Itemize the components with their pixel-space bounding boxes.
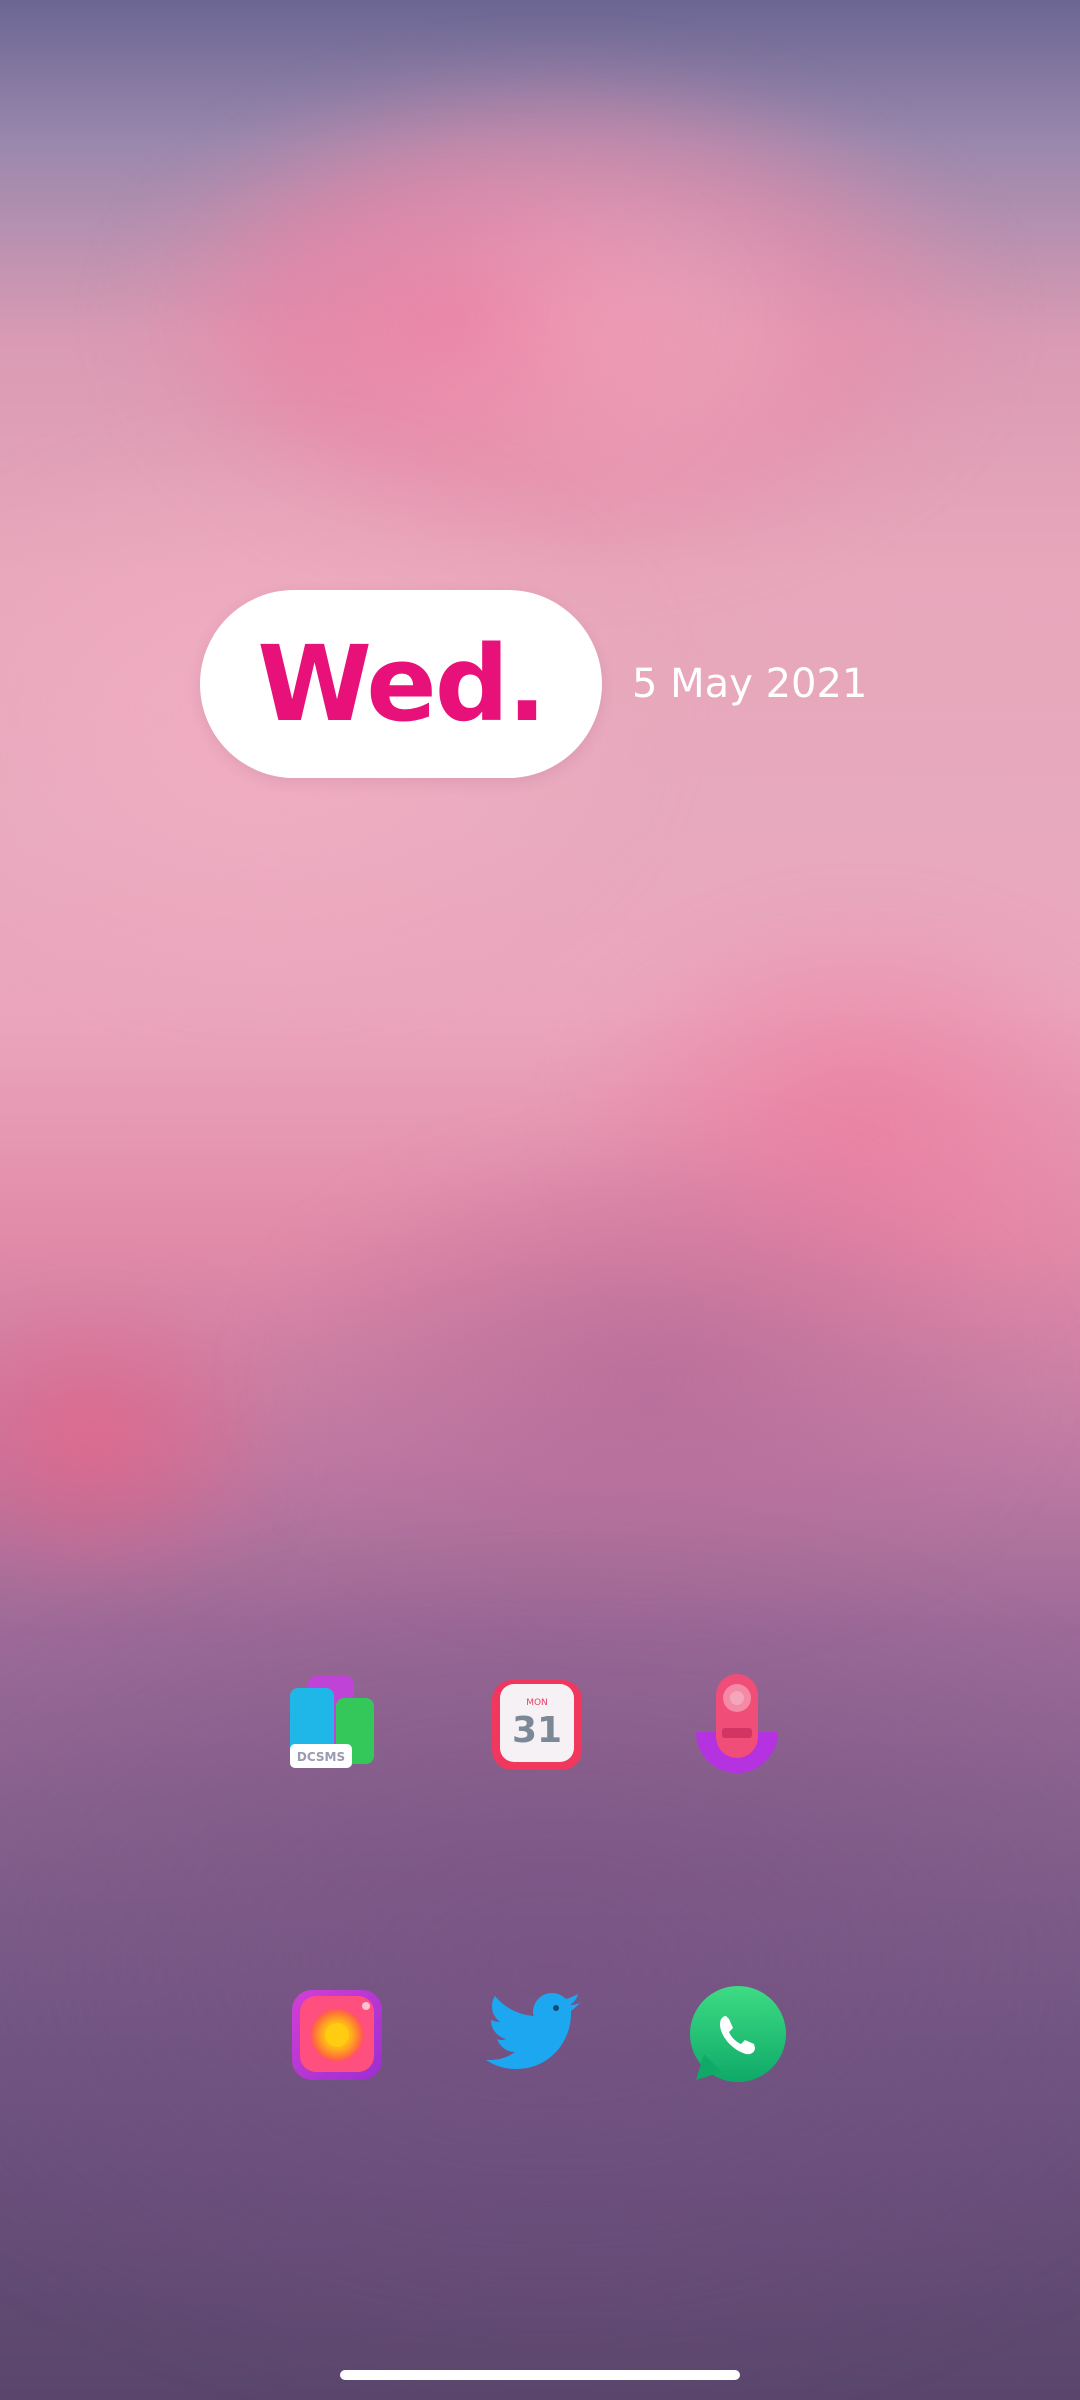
- wallpaper-cloud: [240, 1120, 1060, 1640]
- camera-icon: [292, 1990, 382, 2080]
- whatsapp-app-icon[interactable]: [682, 1980, 792, 2090]
- wallpaper-cloud: [560, 900, 1080, 1360]
- day-widget[interactable]: Wed.: [200, 590, 602, 778]
- recorder-icon: [696, 1674, 778, 1773]
- recorder-app-icon[interactable]: [682, 1670, 792, 1780]
- calendar-daynum: 31: [512, 1710, 562, 1751]
- home-screen: Wed. 5 May 2021 DCSMS MON 31: [0, 0, 1080, 2400]
- home-indicator[interactable]: [340, 2370, 740, 2380]
- wallpaper-cloud: [120, 60, 1000, 580]
- docs-app-icon[interactable]: DCSMS: [282, 1670, 392, 1780]
- docs-icon-label: DCSMS: [297, 1750, 345, 1764]
- camera-app-icon[interactable]: [282, 1980, 392, 2090]
- wallpaper-cloud: [0, 1520, 1080, 2400]
- widget-date-text: 5 May 2021: [632, 661, 868, 707]
- wallpaper-cloud: [180, 140, 740, 500]
- widget-day-text: Wed.: [257, 623, 546, 745]
- whatsapp-icon: [690, 1986, 786, 2082]
- twitter-app-icon[interactable]: [482, 1980, 592, 2090]
- wallpaper-cloud: [0, 1280, 300, 1600]
- twitter-icon: [486, 1993, 582, 2069]
- calendar-icon: MON 31: [492, 1680, 582, 1770]
- docs-icon: DCSMS: [290, 1676, 374, 1768]
- calendar-weekday: MON: [526, 1698, 548, 1708]
- calendar-app-icon[interactable]: MON 31: [482, 1670, 592, 1780]
